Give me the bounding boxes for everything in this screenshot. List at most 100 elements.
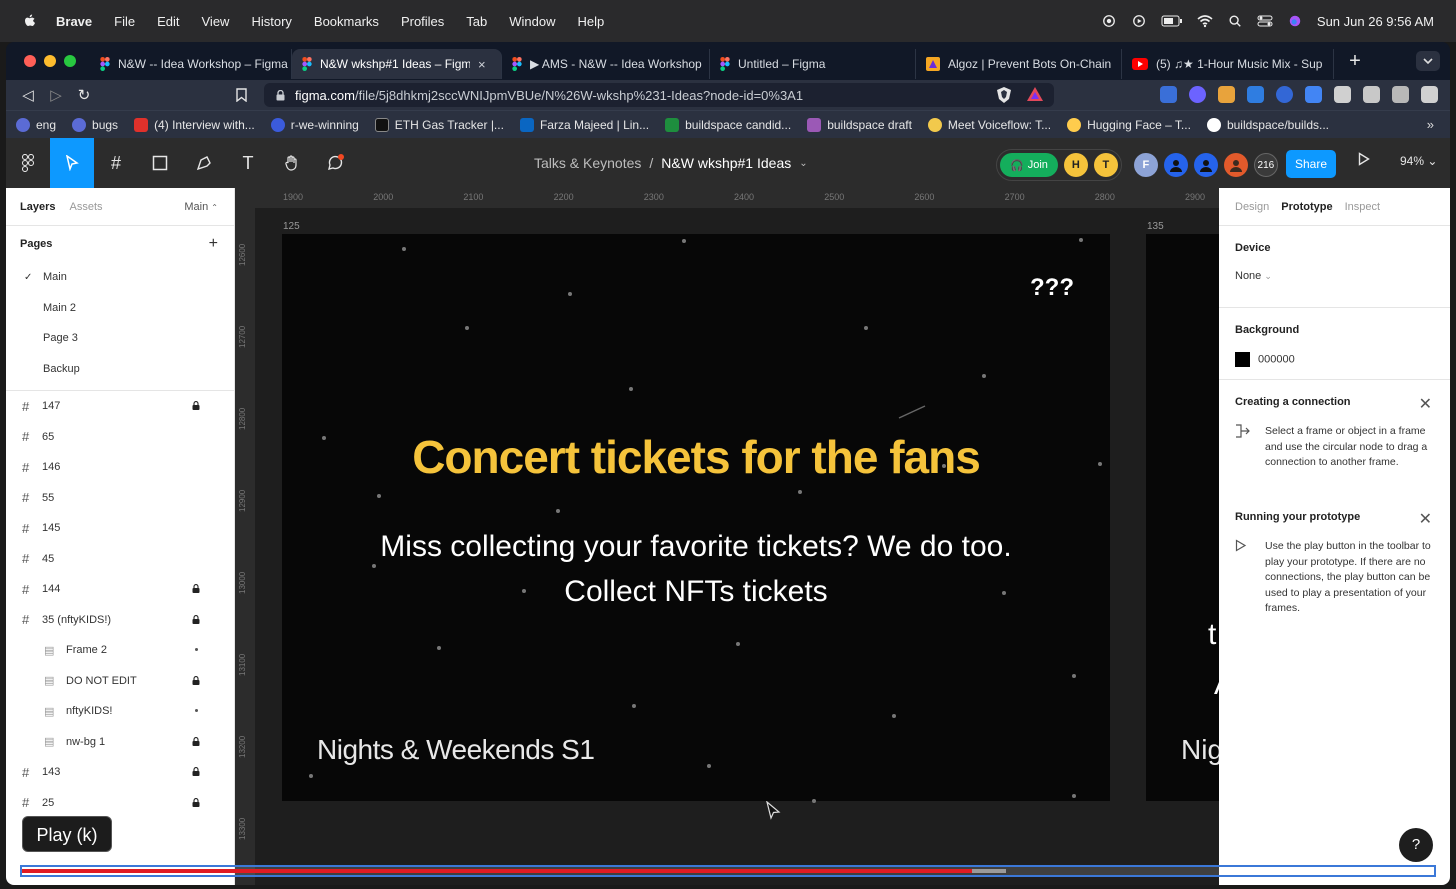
bookmark-item[interactable]: buildspace candid... (665, 117, 791, 132)
tab-layers[interactable]: Layers (20, 201, 55, 213)
lock-icon[interactable] (192, 797, 200, 807)
brave-shield-icon[interactable] (996, 86, 1012, 104)
close-icon[interactable]: ✕ (1419, 394, 1432, 414)
translate-icon[interactable] (1305, 86, 1322, 103)
tab-design[interactable]: Design (1235, 201, 1269, 213)
new-tab-button[interactable]: + (1342, 50, 1368, 73)
extension-icon[interactable] (1189, 86, 1206, 103)
bookmark-item[interactable]: (4) Interview with... (134, 117, 255, 132)
bookmark-item[interactable]: bugs (72, 117, 118, 132)
lock-icon[interactable] (192, 675, 200, 685)
bookmark-item[interactable]: ETH Gas Tracker |... (374, 117, 504, 132)
frame-tool[interactable]: # (94, 138, 138, 188)
layer-row[interactable]: #65 (6, 422, 234, 453)
avatar[interactable] (1223, 153, 1248, 177)
media-play-icon[interactable] (1131, 14, 1147, 28)
lock-icon[interactable] (192, 614, 200, 624)
bookmark-item[interactable]: Meet Voiceflow: T... (927, 117, 1051, 132)
slide-frame[interactable]: t A Nig (1146, 234, 1219, 801)
extension-icon[interactable] (1247, 86, 1264, 103)
layer-row[interactable]: ▤ nftyKIDS! (6, 696, 234, 727)
visibility-dot-icon[interactable] (195, 648, 198, 651)
tab-assets[interactable]: Assets (69, 201, 102, 213)
tab-wkshp-ideas[interactable]: N&W wkshp#1 Ideas – Figma × (292, 49, 502, 79)
wallet-icon[interactable] (1392, 86, 1409, 103)
tab-untitled[interactable]: Untitled – Figma (710, 49, 916, 79)
layer-row[interactable]: #55 (6, 483, 234, 514)
tab-prototype[interactable]: Prototype (1281, 201, 1332, 213)
menu-history[interactable]: History (251, 14, 291, 29)
forward-icon[interactable]: ▷ (42, 86, 70, 104)
menu-window[interactable]: Window (509, 14, 555, 29)
page-item-main[interactable]: ✓ Main (6, 262, 234, 293)
layer-row[interactable]: #35 (nftyKIDS!) (6, 605, 234, 636)
extension-icon[interactable] (1276, 86, 1293, 103)
layer-row[interactable]: #45 (6, 544, 234, 575)
tab-ams-workshop[interactable]: ▶ AMS - N&W -- Idea Workshop (502, 49, 710, 79)
avatar[interactable]: F (1133, 153, 1158, 177)
page-item-page-3[interactable]: Page 3 (6, 323, 234, 354)
chevron-down-icon[interactable]: ⌄ (799, 158, 807, 169)
add-page-icon[interactable]: + (209, 235, 218, 253)
tab-music-mix[interactable]: (5) ♫★ 1-Hour Music Mix - Sup (1122, 49, 1334, 79)
chevron-right-icon[interactable]: » (1427, 117, 1434, 132)
siri-icon[interactable] (1287, 14, 1303, 28)
figma-canvas[interactable]: 1900 2000 2100 2200 2300 2400 2500 2600 2700 2800… (235, 188, 1219, 885)
menu-view[interactable]: View (202, 14, 230, 29)
close-tab-icon[interactable]: × (478, 57, 486, 72)
layer-row[interactable]: #145 (6, 513, 234, 544)
battery-icon[interactable] (1161, 14, 1183, 28)
bookmark-item[interactable]: buildspace/builds... (1206, 117, 1329, 132)
pen-tool[interactable] (182, 138, 226, 188)
visibility-dot-icon[interactable] (195, 709, 198, 712)
back-icon[interactable]: ◁ (14, 86, 42, 104)
bookmark-item[interactable]: r-we-winning (270, 117, 359, 132)
layer-row[interactable]: #143 (6, 757, 234, 788)
join-audio-button[interactable]: 🎧 Join (1000, 153, 1058, 177)
close-window-button[interactable] (24, 55, 36, 67)
device-select[interactable]: None ⌄ (1235, 270, 1434, 282)
extension-icon[interactable] (1218, 86, 1235, 103)
bookmark-item[interactable]: Hugging Face – T... (1067, 117, 1191, 132)
page-item-backup[interactable]: Backup (6, 354, 234, 385)
lock-icon[interactable] (192, 736, 200, 746)
tab-inspect[interactable]: Inspect (1345, 201, 1380, 213)
comment-tool[interactable] (314, 138, 358, 188)
move-tool[interactable] (50, 138, 94, 188)
avatar[interactable] (1163, 153, 1188, 177)
lock-icon[interactable] (192, 401, 200, 410)
reading-list-icon[interactable] (1363, 86, 1380, 103)
background-hex[interactable]: 000000 (1258, 353, 1295, 365)
menu-help[interactable]: Help (578, 14, 605, 29)
text-tool[interactable]: T (226, 138, 270, 188)
lock-icon[interactable] (192, 767, 200, 776)
avatar[interactable]: T (1093, 153, 1118, 177)
avatar[interactable]: H (1063, 153, 1088, 177)
extension-icon[interactable] (1160, 86, 1177, 103)
page-item-main-2[interactable]: Main 2 (6, 293, 234, 324)
layer-row[interactable]: ▤ nw-bg 1 (6, 727, 234, 758)
reload-icon[interactable]: ↻ (70, 86, 98, 104)
menu-clock[interactable]: Sun Jun 26 9:56 AM (1317, 14, 1434, 29)
breadcrumb-file[interactable]: N&W wkshp#1 Ideas (661, 155, 791, 171)
puzzle-icon[interactable] (1334, 86, 1351, 103)
menu-app-name[interactable]: Brave (56, 14, 92, 29)
background-fill[interactable]: 000000 (1235, 352, 1434, 367)
wifi-icon[interactable] (1197, 14, 1213, 28)
color-swatch[interactable] (1235, 352, 1250, 367)
menu-tab[interactable]: Tab (466, 14, 487, 29)
url-bar[interactable]: figma.com/file/5j8dhkmj2sccWNIJpmVBUe/N%… (264, 83, 1054, 107)
frame-label[interactable]: 135 (1147, 221, 1164, 232)
layer-row[interactable]: #147 (6, 391, 234, 422)
record-icon[interactable] (1101, 14, 1117, 28)
zoom-menu[interactable]: 94% ⌄ (1400, 154, 1437, 168)
frame-label[interactable]: 125 (283, 221, 300, 232)
layer-row[interactable]: ▤ DO NOT EDIT (6, 666, 234, 697)
bookmark-item[interactable]: eng (16, 117, 56, 132)
shape-tool[interactable] (138, 138, 182, 188)
slide-frame[interactable]: ??? Concert tickets for the fans Miss co… (282, 234, 1110, 803)
layer-row[interactable]: #25 (6, 788, 234, 819)
minimize-window-button[interactable] (44, 55, 56, 67)
avatar[interactable] (1193, 153, 1218, 177)
close-icon[interactable]: ✕ (1419, 509, 1432, 529)
